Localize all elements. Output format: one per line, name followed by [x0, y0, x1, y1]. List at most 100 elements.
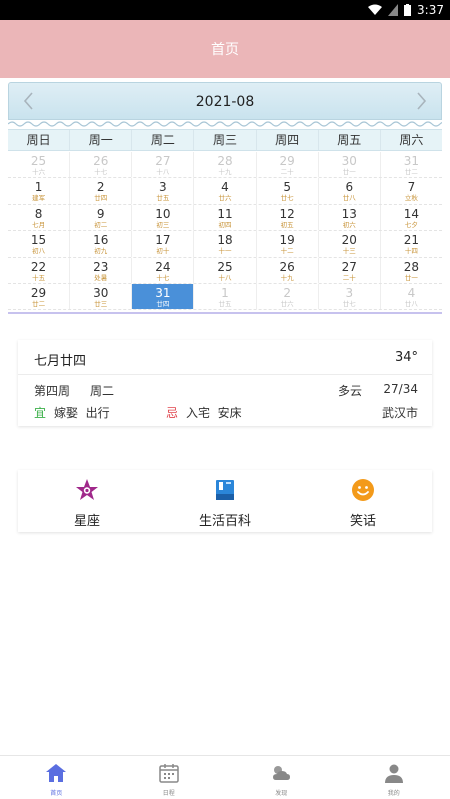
calendar-day[interactable]: 31 廿二 — [381, 152, 442, 177]
weekday-label: 周六 — [399, 133, 424, 147]
day-number: 31 — [403, 154, 420, 168]
tab-discover[interactable]: 发现 — [225, 756, 338, 799]
calendar-day[interactable]: 13 初六 — [319, 204, 381, 231]
day-number: 24 — [155, 259, 171, 274]
weekday-label: 周五 — [319, 130, 381, 150]
day-number: 16 — [93, 233, 109, 248]
lunar-day: 七夕 — [404, 220, 418, 229]
calendar-day[interactable]: 6 廿八 — [319, 178, 381, 204]
day-number: 13 — [341, 206, 357, 221]
calendar-day[interactable]: 24 十七 — [132, 257, 195, 283]
day-number: 9 — [96, 206, 105, 221]
lunar-day: 七月 — [32, 220, 46, 229]
calendar-day[interactable]: 14 七夕 — [381, 205, 442, 230]
next-month-button[interactable] — [409, 89, 433, 113]
calendar-icon — [159, 764, 179, 783]
tab-label: 日程 — [162, 790, 175, 797]
calendar-day[interactable]: 3 廿七 — [319, 283, 381, 310]
calendar-day[interactable]: 20 十三 — [319, 231, 381, 257]
day-number: 29 — [30, 285, 47, 300]
day-number: 6 — [345, 180, 354, 195]
day-number: 28 — [217, 154, 233, 168]
day-number: 23 — [93, 259, 109, 274]
calendar-day[interactable]: 29 廿二 — [8, 283, 71, 310]
lunar-day: 十七 — [156, 273, 170, 282]
calendar-day[interactable]: 1 建军 — [8, 178, 71, 204]
calendar-day[interactable]: 23 处暑 — [70, 257, 133, 283]
calendar-day[interactable]: 11 初四 — [194, 204, 257, 231]
calendar-day[interactable]: 25 十六 — [8, 152, 71, 178]
day-number: 10 — [155, 206, 171, 221]
calendar-day[interactable]: 12 初五 — [257, 204, 319, 231]
calendar-day[interactable]: 1 廿五 — [194, 283, 257, 310]
calendar-day[interactable]: 15 初八 — [8, 231, 71, 257]
day-number: 27 — [341, 259, 357, 274]
calendar-day[interactable]: 8 七月 — [8, 204, 71, 231]
lunar-day: 廿五 — [156, 194, 170, 203]
weekday: 周二 — [90, 384, 115, 398]
weekday-label: 周四 — [257, 130, 319, 150]
day-info-card[interactable]: 七月廿四 34° 第四周 周二 多云 27/34 宜 嫁娶 出行 忌 入宅 安床… — [18, 340, 432, 426]
day-number: 11 — [217, 206, 233, 221]
lunar-day: 廿二 — [32, 299, 46, 308]
feature-encyclopedia[interactable]: 生活百科 — [156, 470, 294, 532]
calendar-day-selected[interactable]: 31 廿四 — [132, 283, 195, 310]
calendar-day[interactable]: 10 初三 — [132, 204, 195, 231]
lunar-day: 十五 — [32, 273, 46, 282]
feature-jokes[interactable]: 笑话 — [294, 470, 432, 532]
calendar-day[interactable]: 3 廿五 — [132, 178, 195, 204]
lunar-day: 十二 — [280, 247, 294, 256]
city-name: 武汉市 — [381, 406, 418, 420]
calendar-day[interactable]: 28 廿一 — [381, 258, 442, 283]
calendar-day[interactable]: 4 廿六 — [194, 178, 257, 204]
calendar: 2021-08 周日 周一 周二 周三 周四 周五 周六 25 十六 26 十七 27 十八 28 十九 2… — [8, 82, 442, 314]
calendar-day[interactable]: 4 廿八 — [381, 284, 442, 309]
signal-icon — [388, 4, 399, 16]
feature-horoscope[interactable]: 星座 — [18, 470, 156, 532]
lunar-day: 廿二 — [404, 168, 418, 176]
ji-label: 忌 — [166, 406, 179, 420]
day-number: 3 — [159, 180, 167, 195]
calendar-day[interactable]: 26 十九 — [257, 257, 319, 283]
calendar-day[interactable]: 19 十二 — [257, 231, 319, 257]
calendar-day[interactable]: 2 廿六 — [257, 283, 319, 310]
lunar-day: 十九 — [280, 273, 294, 282]
yi-label: 宜 — [34, 406, 47, 420]
calendar-day[interactable]: 21 十四 — [381, 231, 442, 256]
calendar-day[interactable]: 5 廿七 — [257, 178, 319, 204]
lunar-day: 廿六 — [280, 299, 294, 308]
day-number: 25 — [30, 154, 47, 168]
calendar-day[interactable]: 26 十七 — [70, 152, 133, 178]
calendar-day[interactable]: 30 廿三 — [70, 283, 133, 310]
battery-icon — [404, 4, 412, 16]
calendar-day[interactable]: 25 十八 — [194, 257, 257, 283]
calendar-day[interactable]: 29 二十 — [257, 152, 319, 178]
calendar-day[interactable]: 16 初九 — [70, 231, 133, 257]
lunar-day: 十六 — [32, 168, 46, 176]
tab-label: 发现 — [275, 790, 288, 797]
tab-home[interactable]: 首页 — [0, 756, 113, 799]
weekday-label: 周二 — [132, 130, 195, 150]
tab-label: 我的 — [387, 790, 400, 797]
lunar-day: 廿八 — [342, 194, 356, 203]
calendar-day[interactable]: 9 初二 — [70, 204, 133, 231]
calendar-day[interactable]: 17 初十 — [132, 231, 195, 257]
calendar-day[interactable]: 7 立秋 — [381, 178, 442, 203]
tab-profile[interactable]: 我的 — [338, 756, 450, 799]
calendar-day[interactable]: 18 十一 — [194, 231, 257, 257]
tab-schedule[interactable]: 日程 — [113, 756, 226, 799]
week-of-month: 第四周 — [34, 384, 71, 398]
day-number: 31 — [155, 285, 171, 300]
lunar-day: 十九 — [218, 168, 232, 176]
calendar-day[interactable]: 27 二十 — [319, 257, 381, 283]
day-number: 20 — [341, 233, 357, 248]
calendar-day[interactable]: 28 十九 — [194, 152, 257, 178]
calendar-day[interactable]: 30 廿一 — [319, 152, 381, 178]
lunar-day: 初十 — [156, 247, 170, 256]
feature-label: 生活百科 — [198, 514, 251, 529]
page-title: 首页 — [211, 42, 239, 58]
lunar-day: 初九 — [94, 247, 108, 256]
calendar-day[interactable]: 2 廿四 — [70, 178, 133, 204]
calendar-day[interactable]: 27 十八 — [132, 152, 195, 178]
calendar-day[interactable]: 22 十五 — [8, 257, 71, 283]
